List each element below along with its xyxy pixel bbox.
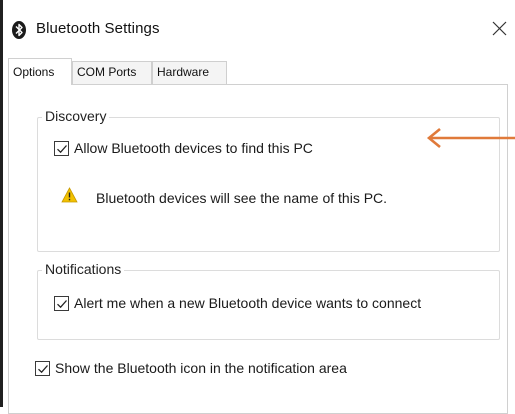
allow-discovery-label: Allow Bluetooth devices to find this PC (74, 140, 313, 156)
close-button[interactable] (490, 17, 510, 39)
close-icon (492, 21, 507, 36)
checkmark-icon (57, 144, 67, 153)
show-icon-label: Show the Bluetooth icon in the notificat… (55, 360, 347, 376)
notifications-legend: Notifications (42, 261, 125, 277)
show-icon-row[interactable]: Show the Bluetooth icon in the notificat… (35, 360, 347, 376)
bluetooth-icon (12, 21, 26, 39)
tab-hardware[interactable]: Hardware (152, 61, 227, 84)
alert-new-device-label: Alert me when a new Bluetooth device wan… (74, 295, 422, 311)
checkmark-icon (38, 364, 48, 373)
arrow-left-icon (426, 127, 515, 149)
warning-row: Bluetooth devices will see the name of t… (61, 187, 387, 208)
alert-new-device-checkbox[interactable] (54, 295, 69, 311)
show-icon-checkbox[interactable] (35, 360, 50, 376)
checkmark-icon (57, 299, 67, 308)
alert-new-device-row[interactable]: Alert me when a new Bluetooth device wan… (54, 295, 421, 311)
warning-text: Bluetooth devices will see the name of t… (96, 189, 388, 206)
allow-discovery-checkbox[interactable] (54, 140, 69, 156)
allow-discovery-row[interactable]: Allow Bluetooth devices to find this PC (54, 140, 313, 156)
title-bar: Bluetooth Settings (3, 0, 515, 50)
discovery-legend: Discovery (42, 108, 110, 124)
tab-strip: Options COM Ports Hardware (3, 58, 511, 85)
bluetooth-settings-window: Bluetooth Settings Options COM Ports Har… (0, 0, 515, 414)
warning-icon (61, 187, 78, 208)
tab-options[interactable]: Options (8, 58, 72, 85)
notifications-group: Notifications Alert me when a new Blueto… (37, 261, 500, 340)
window-title: Bluetooth Settings (36, 20, 160, 37)
tab-com-ports[interactable]: COM Ports (72, 61, 152, 84)
